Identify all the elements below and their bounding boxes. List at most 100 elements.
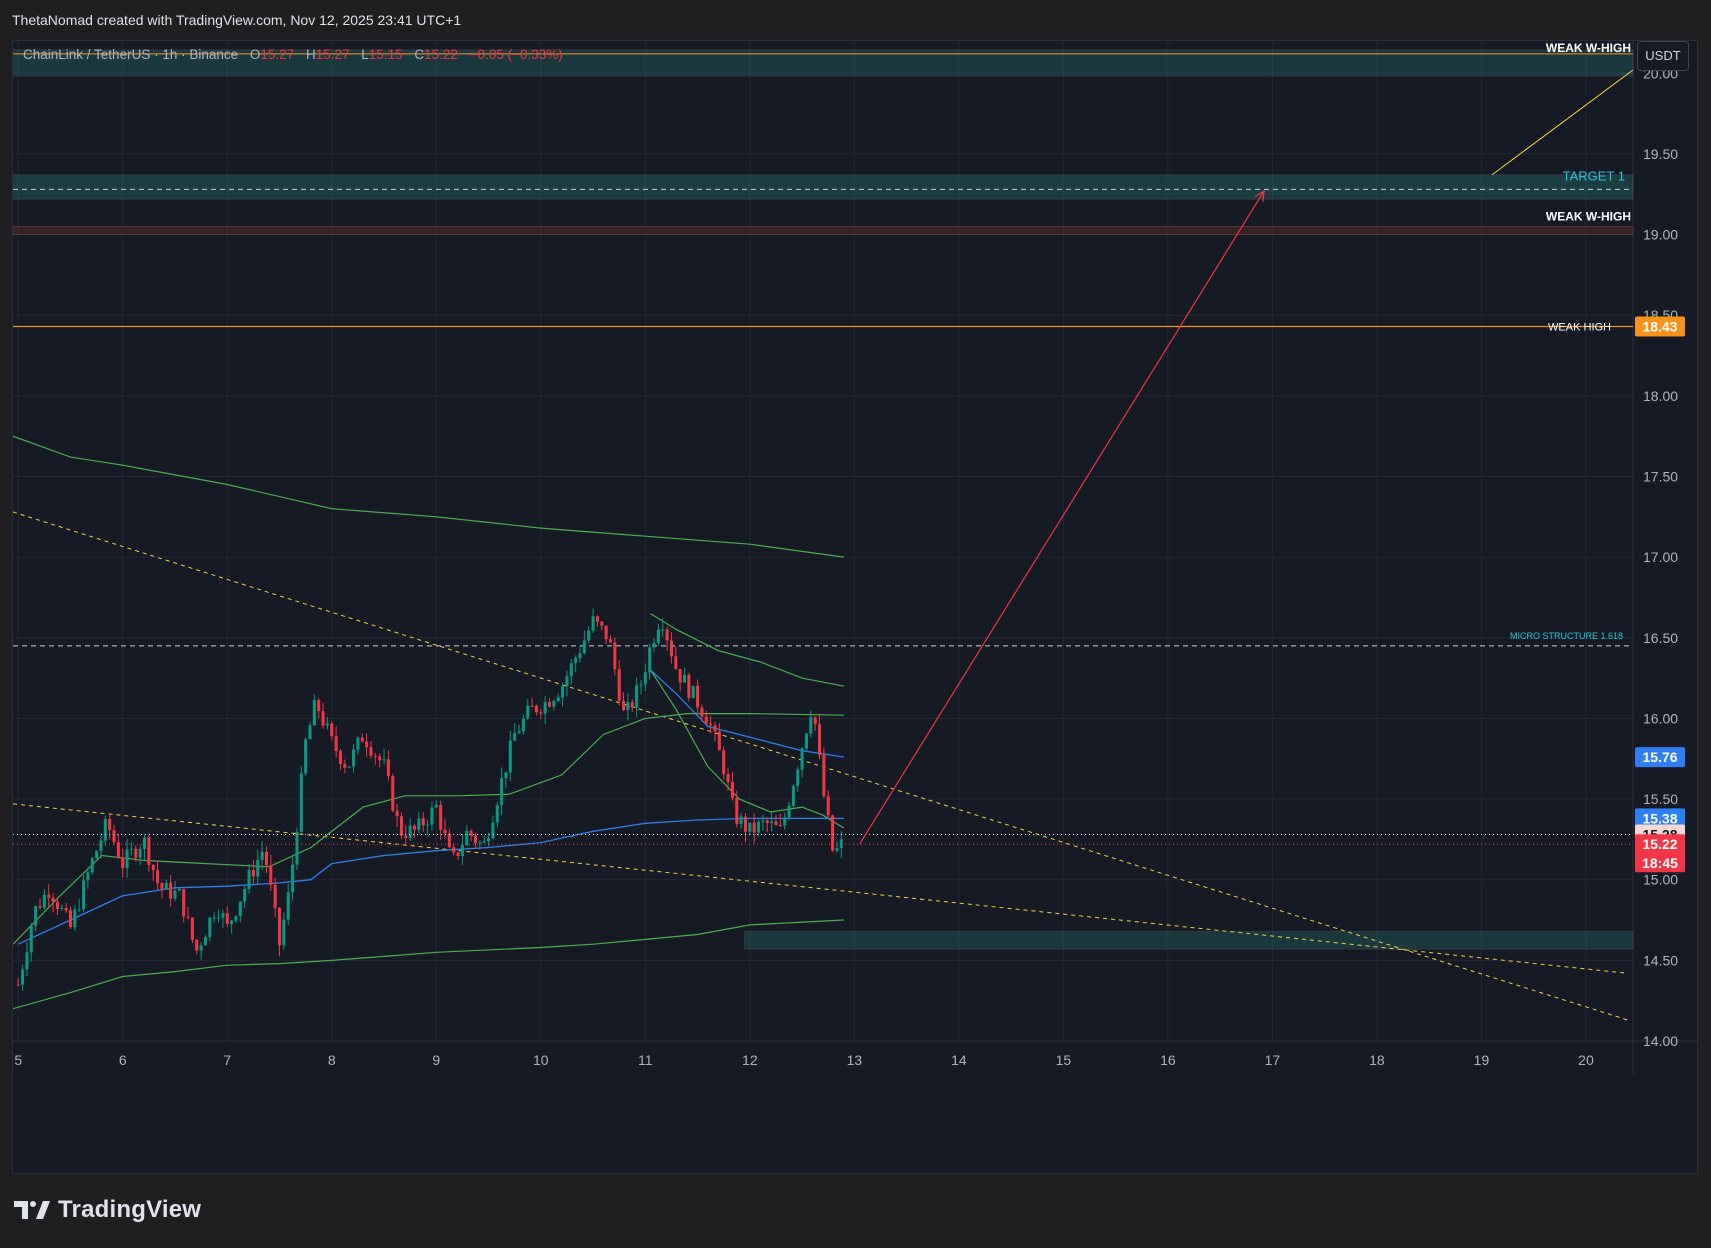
candle-body: [317, 700, 321, 712]
high-label: H: [305, 47, 316, 62]
candle-body: [709, 723, 713, 726]
time-axis-tick: 7: [223, 1052, 231, 1068]
candle-body: [608, 639, 613, 643]
candle-body: [521, 718, 525, 732]
candle-body: [99, 840, 103, 852]
time-axis-tick: 15: [1056, 1052, 1072, 1068]
candle-body: [334, 736, 338, 751]
candle-body: [325, 723, 329, 726]
low-label: L: [361, 47, 369, 62]
candle-body: [796, 769, 800, 787]
candle-body: [47, 894, 51, 898]
candle-body: [800, 748, 804, 770]
candle-body: [591, 616, 595, 631]
candle-body: [373, 755, 377, 757]
close-label: C: [414, 47, 425, 62]
candle-body: [678, 668, 682, 683]
candle-body: [696, 685, 700, 708]
candle-body: [456, 852, 460, 856]
candle-body: [613, 642, 617, 670]
candle-body: [556, 697, 560, 702]
candle-body: [682, 674, 687, 683]
time-axis-tick: 19: [1474, 1052, 1490, 1068]
price-axis-tick: 16.00: [1643, 710, 1678, 726]
currency-button[interactable]: USDT: [1637, 41, 1689, 71]
candle-body: [251, 870, 255, 877]
candle-body: [700, 707, 704, 717]
price-axis-tick: 17.00: [1643, 549, 1678, 565]
candle-body: [656, 629, 660, 643]
candle-body: [508, 740, 512, 773]
candle-body: [365, 741, 369, 748]
candle-body: [722, 750, 726, 774]
candle-body: [125, 849, 129, 869]
candle-body: [138, 848, 142, 858]
candle-body: [665, 629, 669, 641]
candle-body: [704, 716, 708, 724]
target-zone: [13, 174, 1634, 200]
candle-body: [321, 711, 325, 726]
candle-body: [352, 749, 356, 767]
candle-body: [770, 821, 774, 823]
candle-body: [578, 653, 582, 659]
chart-pane[interactable]: 14.00 14.50 15.00 15.50 16.00 16.50 17.00 17.50…: [12, 40, 1699, 1174]
indicator-line: [13, 435, 844, 558]
candle-body: [395, 810, 399, 817]
candle-body: [273, 884, 277, 908]
candle-body: [90, 858, 94, 873]
tradingview-icon: [14, 1201, 50, 1219]
candle-body: [643, 672, 647, 685]
candle-body: [182, 889, 186, 917]
candle-body: [391, 776, 395, 811]
symbol-name[interactable]: ChainLink / TetherUS · 1h · Binance: [23, 47, 238, 62]
candle-body: [243, 888, 247, 902]
candle-body: [291, 864, 295, 893]
candle-body: [600, 621, 604, 626]
candle-body: [469, 830, 473, 836]
candle-body: [447, 833, 451, 848]
candle-body: [574, 658, 578, 664]
candle-body: [64, 907, 68, 911]
candle-body: [338, 750, 343, 765]
indicator-line: [649, 669, 845, 829]
close-value: 15.22: [424, 47, 458, 62]
candle-body: [199, 945, 203, 951]
candle-body: [809, 717, 813, 734]
candle-body: [569, 663, 573, 677]
time-axis-tick: 13: [847, 1052, 863, 1068]
price-chart[interactable]: 14.00 14.50 15.00 15.50 16.00 16.50 17.00 17.50…: [13, 41, 1699, 1075]
ema-slow-price-label: 15.38: [1642, 810, 1677, 826]
candle-body: [277, 907, 282, 946]
candle-body: [234, 916, 238, 921]
candle-body: [147, 837, 151, 866]
candle-body: [439, 804, 443, 830]
candle-body: [561, 686, 565, 698]
candle-body: [739, 816, 743, 825]
candle-body: [813, 717, 817, 725]
candle-body: [77, 909, 81, 911]
tradingview-logo[interactable]: TradingView: [14, 1190, 201, 1230]
candle-body: [465, 830, 469, 846]
candle-body: [256, 860, 260, 877]
candle-body: [526, 705, 530, 719]
chart-attribution: ThetaNomad created with TradingView.com,…: [0, 0, 1711, 40]
candle-body: [134, 848, 138, 858]
candle-body: [626, 702, 630, 711]
time-axis-tick: 18: [1369, 1052, 1385, 1068]
candle-body: [129, 848, 133, 850]
candle-body: [73, 909, 77, 928]
candle-body: [635, 685, 639, 708]
candle-body: [51, 897, 55, 902]
time-axis-tick: 6: [119, 1052, 127, 1068]
candle-body: [299, 773, 303, 832]
candle-body: [761, 820, 765, 822]
candle-body: [282, 919, 286, 946]
time-axis-tick: 14: [951, 1052, 967, 1068]
candle-body: [382, 759, 386, 761]
candle-body: [622, 700, 626, 711]
candle-body: [29, 925, 33, 953]
open-value: 15.27: [260, 47, 295, 62]
candle-body: [478, 842, 482, 844]
low-value: 15.15: [368, 47, 403, 62]
time-axis-tick: 16: [1160, 1052, 1176, 1068]
